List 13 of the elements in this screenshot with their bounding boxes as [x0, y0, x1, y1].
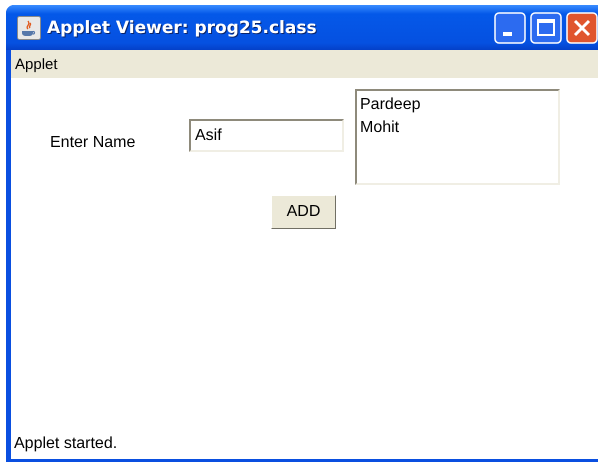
close-button[interactable] — [566, 12, 598, 44]
name-label: Enter Name — [50, 134, 136, 152]
java-cup-icon — [17, 16, 41, 40]
add-button[interactable]: ADD — [271, 195, 336, 229]
menu-item[interactable]: Applet — [14, 56, 59, 72]
list-item[interactable]: Mohit — [360, 116, 555, 139]
list-item[interactable]: Pardeep — [360, 93, 555, 116]
name-field[interactable]: Asif — [189, 119, 344, 152]
status-text: Applet started. — [13, 435, 118, 454]
window-title: Applet Viewer: prog25.class — [47, 18, 318, 38]
maximize-button[interactable] — [530, 12, 562, 44]
minimize-button[interactable] — [494, 12, 526, 44]
names-list[interactable]: Pardeep Mohit — [355, 89, 560, 185]
